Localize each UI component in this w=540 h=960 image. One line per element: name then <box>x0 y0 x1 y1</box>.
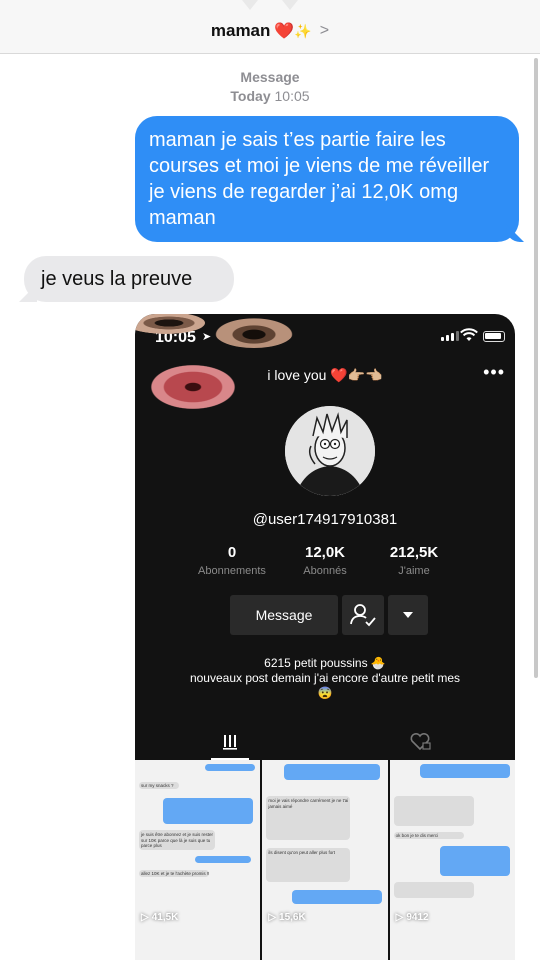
thread-timestamp: Message Today 10:05 <box>0 68 540 106</box>
video-thumbnail[interactable]: moi je vais répondre carrément je ne t'a… <box>262 760 388 960</box>
thumb-text: ok bon je te dis merci <box>395 833 439 838</box>
stat-value: 0 <box>227 544 237 561</box>
eye-sticker <box>215 318 293 348</box>
header-notch <box>242 0 258 10</box>
person-check-icon <box>350 604 376 627</box>
message-button[interactable]: Message <box>230 595 338 635</box>
profile-stats: 0 Abonnements 12,0K Abonnés 212,5K J'aim… <box>193 544 457 584</box>
wifi-icon <box>460 328 478 347</box>
grid-icon <box>223 735 237 750</box>
caret-down-icon <box>403 612 413 618</box>
tab-videos[interactable] <box>135 724 325 760</box>
stat-following[interactable]: 0 Abonnements <box>187 544 277 577</box>
image-attachment[interactable]: 10:05 ➤ i love you ❤️👉🏼👈🏼 ••• @user17491… <box>135 314 515 960</box>
thumb-text: moi je vais répondre carrément je ne t'a… <box>268 798 349 809</box>
header-notch <box>282 0 298 10</box>
tab-liked[interactable] <box>325 724 515 758</box>
location-arrow-icon: ➤ <box>202 331 212 343</box>
chevron-right-icon: > <box>319 21 330 39</box>
bio-line: 6215 petit poussins 🐣 <box>264 656 386 670</box>
profile-nickname: i love you ❤️👉🏼👈🏼 <box>267 367 383 383</box>
thumb-text: je suis être abonnez et je suis rester s… <box>141 832 214 848</box>
video-thumbnail[interactable]: ok bon je te dis merci ▷ 9412 <box>389 760 515 960</box>
video-grid: sur my snacks ? je suis être abonnez et … <box>135 760 515 960</box>
stat-label: J'aime <box>398 565 430 577</box>
username: @user174917910381 <box>252 511 398 528</box>
heart-lock-icon <box>410 732 431 751</box>
signal-icon <box>441 331 459 341</box>
bio-line: 😨 <box>317 686 333 700</box>
view-count: ▷ 9412 <box>395 912 429 923</box>
scrollbar[interactable] <box>534 58 538 678</box>
profile-bio: 6215 petit poussins 🐣 nouveaux post dema… <box>135 656 515 701</box>
contact-name: maman <box>210 20 271 40</box>
stat-followers[interactable]: 12,0K Abonnés <box>280 544 370 577</box>
conversation-header: maman ❤️✨ > <box>0 0 540 54</box>
stat-likes[interactable]: 212,5K J'aime <box>369 544 459 577</box>
view-count: ▷ 41,5K <box>141 912 179 923</box>
thumb-text: allez 10K et je te l'achète promis !! <box>141 871 210 876</box>
outgoing-message-bubble[interactable]: maman je sais t’es partie faire les cour… <box>135 116 519 242</box>
bio-line: nouveaux post demain j'ai encore d'autre… <box>189 671 461 685</box>
service-label: Message <box>240 69 300 85</box>
heart-emoji: ❤️✨ <box>274 22 312 40</box>
stat-value: 12,0K <box>304 544 346 561</box>
contact-title-button[interactable]: maman ❤️✨ > <box>211 21 329 41</box>
dropdown-button[interactable] <box>388 595 428 635</box>
stat-value: 212,5K <box>389 544 439 561</box>
sparkle-emoji: ✨ <box>294 22 312 39</box>
view-count: ▷ 15,6K <box>268 912 306 923</box>
avatar[interactable] <box>285 406 375 496</box>
thumb-text: ils disent qu'on peut aller plus fort <box>268 850 335 855</box>
friends-button[interactable] <box>342 595 384 635</box>
thumb-text: sur my snacks ? <box>141 783 174 788</box>
incoming-message-bubble[interactable]: je veus la preuve <box>24 256 234 302</box>
more-options-icon[interactable]: ••• <box>483 362 505 383</box>
date-label: Today 10:05 <box>230 88 310 104</box>
profile-tabs <box>135 724 515 760</box>
video-thumbnail[interactable]: sur my snacks ? je suis être abonnez et … <box>135 760 261 960</box>
battery-icon <box>483 331 505 342</box>
stat-label: Abonnés <box>303 565 347 577</box>
stat-label: Abonnements <box>198 565 266 577</box>
